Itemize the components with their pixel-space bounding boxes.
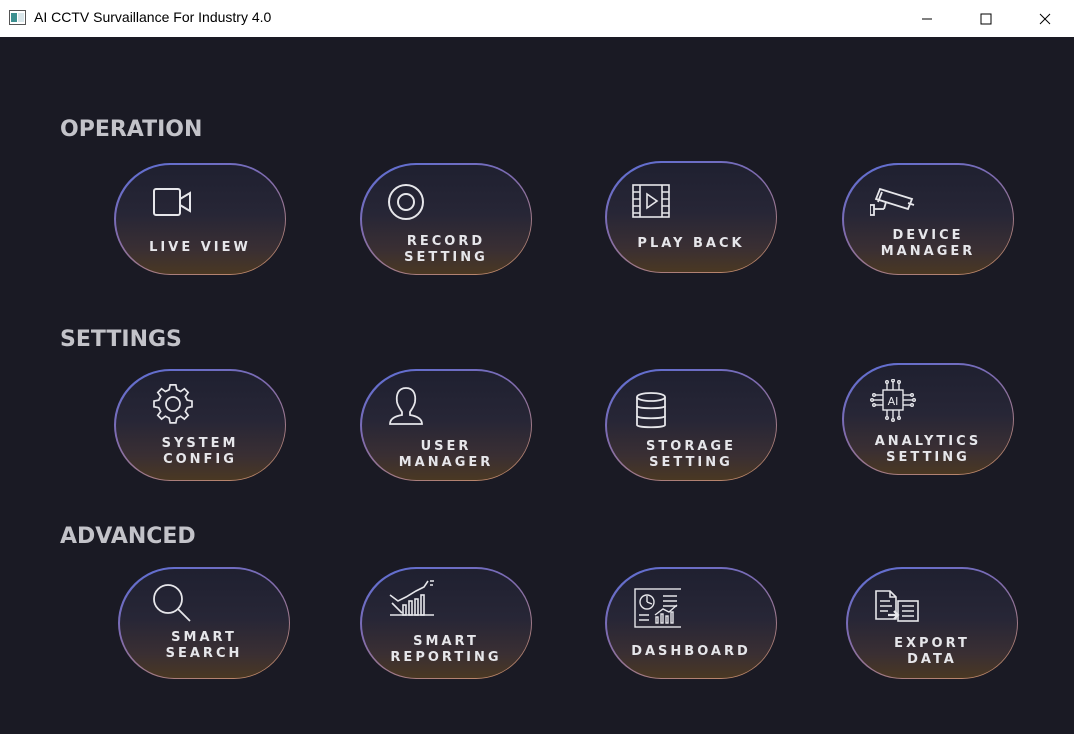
user-icon	[386, 385, 434, 429]
system-config-button[interactable]: SYSTEM CONFIG	[114, 369, 286, 481]
video-camera-icon	[152, 183, 200, 227]
live-view-button[interactable]: LIVE VIEW	[114, 163, 286, 275]
system-config-label: SYSTEM CONFIG	[161, 435, 239, 467]
smart-reporting-button[interactable]: SMART REPORTING	[360, 567, 532, 679]
export-document-icon	[874, 589, 922, 633]
window-title: AI CCTV Survaillance For Industry 4.0	[34, 9, 272, 25]
device-manager-button[interactable]: DEVICE MANAGER	[842, 163, 1014, 275]
record-icon	[386, 183, 434, 227]
record-setting-label: RECORD SETTING	[404, 233, 488, 265]
analytics-setting-label: ANALYTICS SETTING	[874, 433, 982, 465]
dashboard-label: DASHBOARD	[631, 643, 751, 659]
close-button[interactable]	[1015, 0, 1074, 37]
smart-search-button[interactable]: SMART SEARCH	[118, 567, 290, 679]
app-icon	[9, 10, 26, 25]
close-icon	[1039, 13, 1050, 24]
bar-chart-icon	[388, 579, 436, 623]
play-back-label: PLAY BACK	[637, 235, 745, 251]
minimize-icon	[921, 18, 932, 19]
search-icon	[152, 583, 200, 627]
smart-reporting-label: SMART REPORTING	[390, 633, 502, 665]
storage-setting-button[interactable]: STORAGE SETTING	[605, 369, 777, 481]
cctv-camera-icon	[868, 183, 918, 227]
section-title-advanced: ADVANCED	[60, 524, 196, 549]
svg-text:AI: AI	[887, 395, 898, 408]
analytics-setting-button[interactable]: AI ANALYTICS SETTING	[842, 363, 1014, 475]
dashboard-button[interactable]: DASHBOARD	[605, 567, 777, 679]
storage-setting-label: STORAGE SETTING	[646, 438, 736, 470]
section-title-settings: SETTINGS	[60, 327, 182, 352]
device-manager-label: DEVICE MANAGER	[880, 227, 976, 259]
maximize-button[interactable]	[956, 0, 1015, 37]
record-setting-button[interactable]: RECORD SETTING	[360, 163, 532, 275]
user-manager-button[interactable]: USER MANAGER	[360, 369, 532, 481]
play-back-button[interactable]: PLAY BACK	[605, 161, 777, 273]
database-icon	[635, 391, 683, 435]
export-data-button[interactable]: EXPORT DATA	[846, 567, 1018, 679]
export-data-label: EXPORT DATA	[894, 635, 970, 667]
section-title-operation: OPERATION	[60, 117, 203, 142]
film-play-icon	[631, 183, 679, 227]
ai-chip-icon: AI	[869, 378, 918, 423]
smart-search-label: SMART SEARCH	[165, 629, 243, 661]
main-content: OPERATION SETTINGS ADVANCED LIVE VIEW RE…	[0, 37, 1074, 734]
dashboard-icon	[633, 587, 684, 631]
live-view-label: LIVE VIEW	[149, 239, 251, 255]
maximize-icon	[980, 13, 991, 24]
title-bar: AI CCTV Survaillance For Industry 4.0	[0, 0, 1074, 37]
minimize-button[interactable]	[897, 0, 956, 37]
user-manager-label: USER MANAGER	[398, 438, 494, 470]
gear-icon	[152, 383, 200, 427]
